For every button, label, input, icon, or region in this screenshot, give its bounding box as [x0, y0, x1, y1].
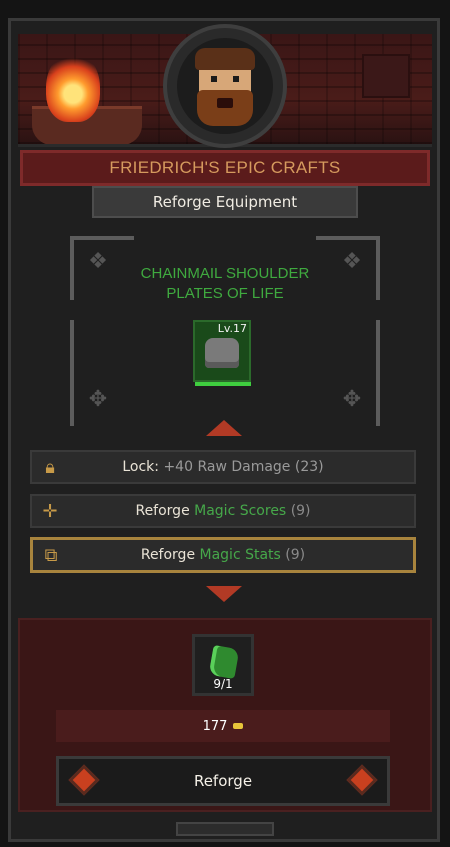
npc-portrait [177, 38, 273, 134]
mouth [217, 98, 233, 108]
bottom-handle [176, 822, 274, 836]
option-reforge-magic-stats[interactable]: ⧉ Reforge Magic Stats (9) [30, 537, 416, 573]
lock-icon: 🔒︎ [45, 457, 55, 478]
option-prefix: Lock: [122, 459, 159, 475]
shop-title: FRIEDRICH'S EPIC CRAFTS [109, 158, 341, 177]
shoulder-armor-icon [205, 338, 239, 368]
ornament-icon: ✥ [88, 387, 108, 412]
beard [197, 90, 253, 126]
scroll-up-arrow-icon[interactable] [206, 420, 242, 436]
reforge-button[interactable]: Reforge [56, 756, 390, 806]
ornament-icon: ✥ [342, 387, 362, 412]
stats-icon: ⧉ [44, 545, 58, 566]
option-count: (9) [290, 503, 311, 519]
tab-label: Reforge Equipment [152, 193, 298, 211]
item-name-line1: CHAINMAIL SHOULDER [140, 265, 310, 282]
option-highlight: +40 Raw Damage [163, 459, 291, 475]
hair [195, 48, 255, 70]
gem-icon [346, 764, 378, 796]
item-level: Lv.17 [217, 322, 247, 335]
item-rarity-bar [195, 382, 251, 386]
eye [233, 76, 239, 82]
item-name: CHAINMAIL SHOULDER PLATES OF LIFE [100, 264, 350, 304]
material-count: 9/1 [213, 677, 233, 691]
eye [211, 76, 217, 82]
scroll-down-arrow-icon[interactable] [206, 586, 242, 602]
gold-coin-icon [233, 723, 244, 729]
cost-bar: 177 [56, 710, 390, 742]
option-prefix: Reforge [140, 547, 196, 563]
option-highlight: Magic Stats [199, 547, 281, 563]
anvil-icon [362, 54, 410, 98]
option-prefix: Reforge [135, 503, 190, 519]
green-crystal-icon [208, 644, 240, 680]
material-slot[interactable]: 9/1 [192, 634, 254, 696]
tab-reforge-equipment[interactable]: Reforge Equipment [92, 186, 358, 218]
sparkle-icon: ✛ [42, 501, 58, 522]
gem-icon [68, 764, 100, 796]
option-count: (9) [285, 547, 306, 563]
reforge-button-label: Reforge [193, 772, 253, 790]
item-name-line2: PLATES OF LIFE [166, 285, 284, 302]
option-lock[interactable]: 🔒︎ Lock: +40 Raw Damage (23) [30, 450, 416, 484]
option-reforge-magic-scores[interactable]: ✛ Reforge Magic Scores (9) [30, 494, 416, 528]
frame-side [376, 320, 380, 426]
option-highlight: Magic Scores [194, 503, 287, 519]
option-count: (23) [294, 459, 324, 475]
frame-side [70, 320, 74, 426]
portrait-frame [163, 24, 287, 148]
fire-icon [46, 52, 100, 122]
cost-amount: 177 [202, 718, 228, 734]
shop-title-bar: FRIEDRICH'S EPIC CRAFTS [20, 150, 430, 186]
item-slot[interactable]: Lv.17 [193, 320, 251, 386]
